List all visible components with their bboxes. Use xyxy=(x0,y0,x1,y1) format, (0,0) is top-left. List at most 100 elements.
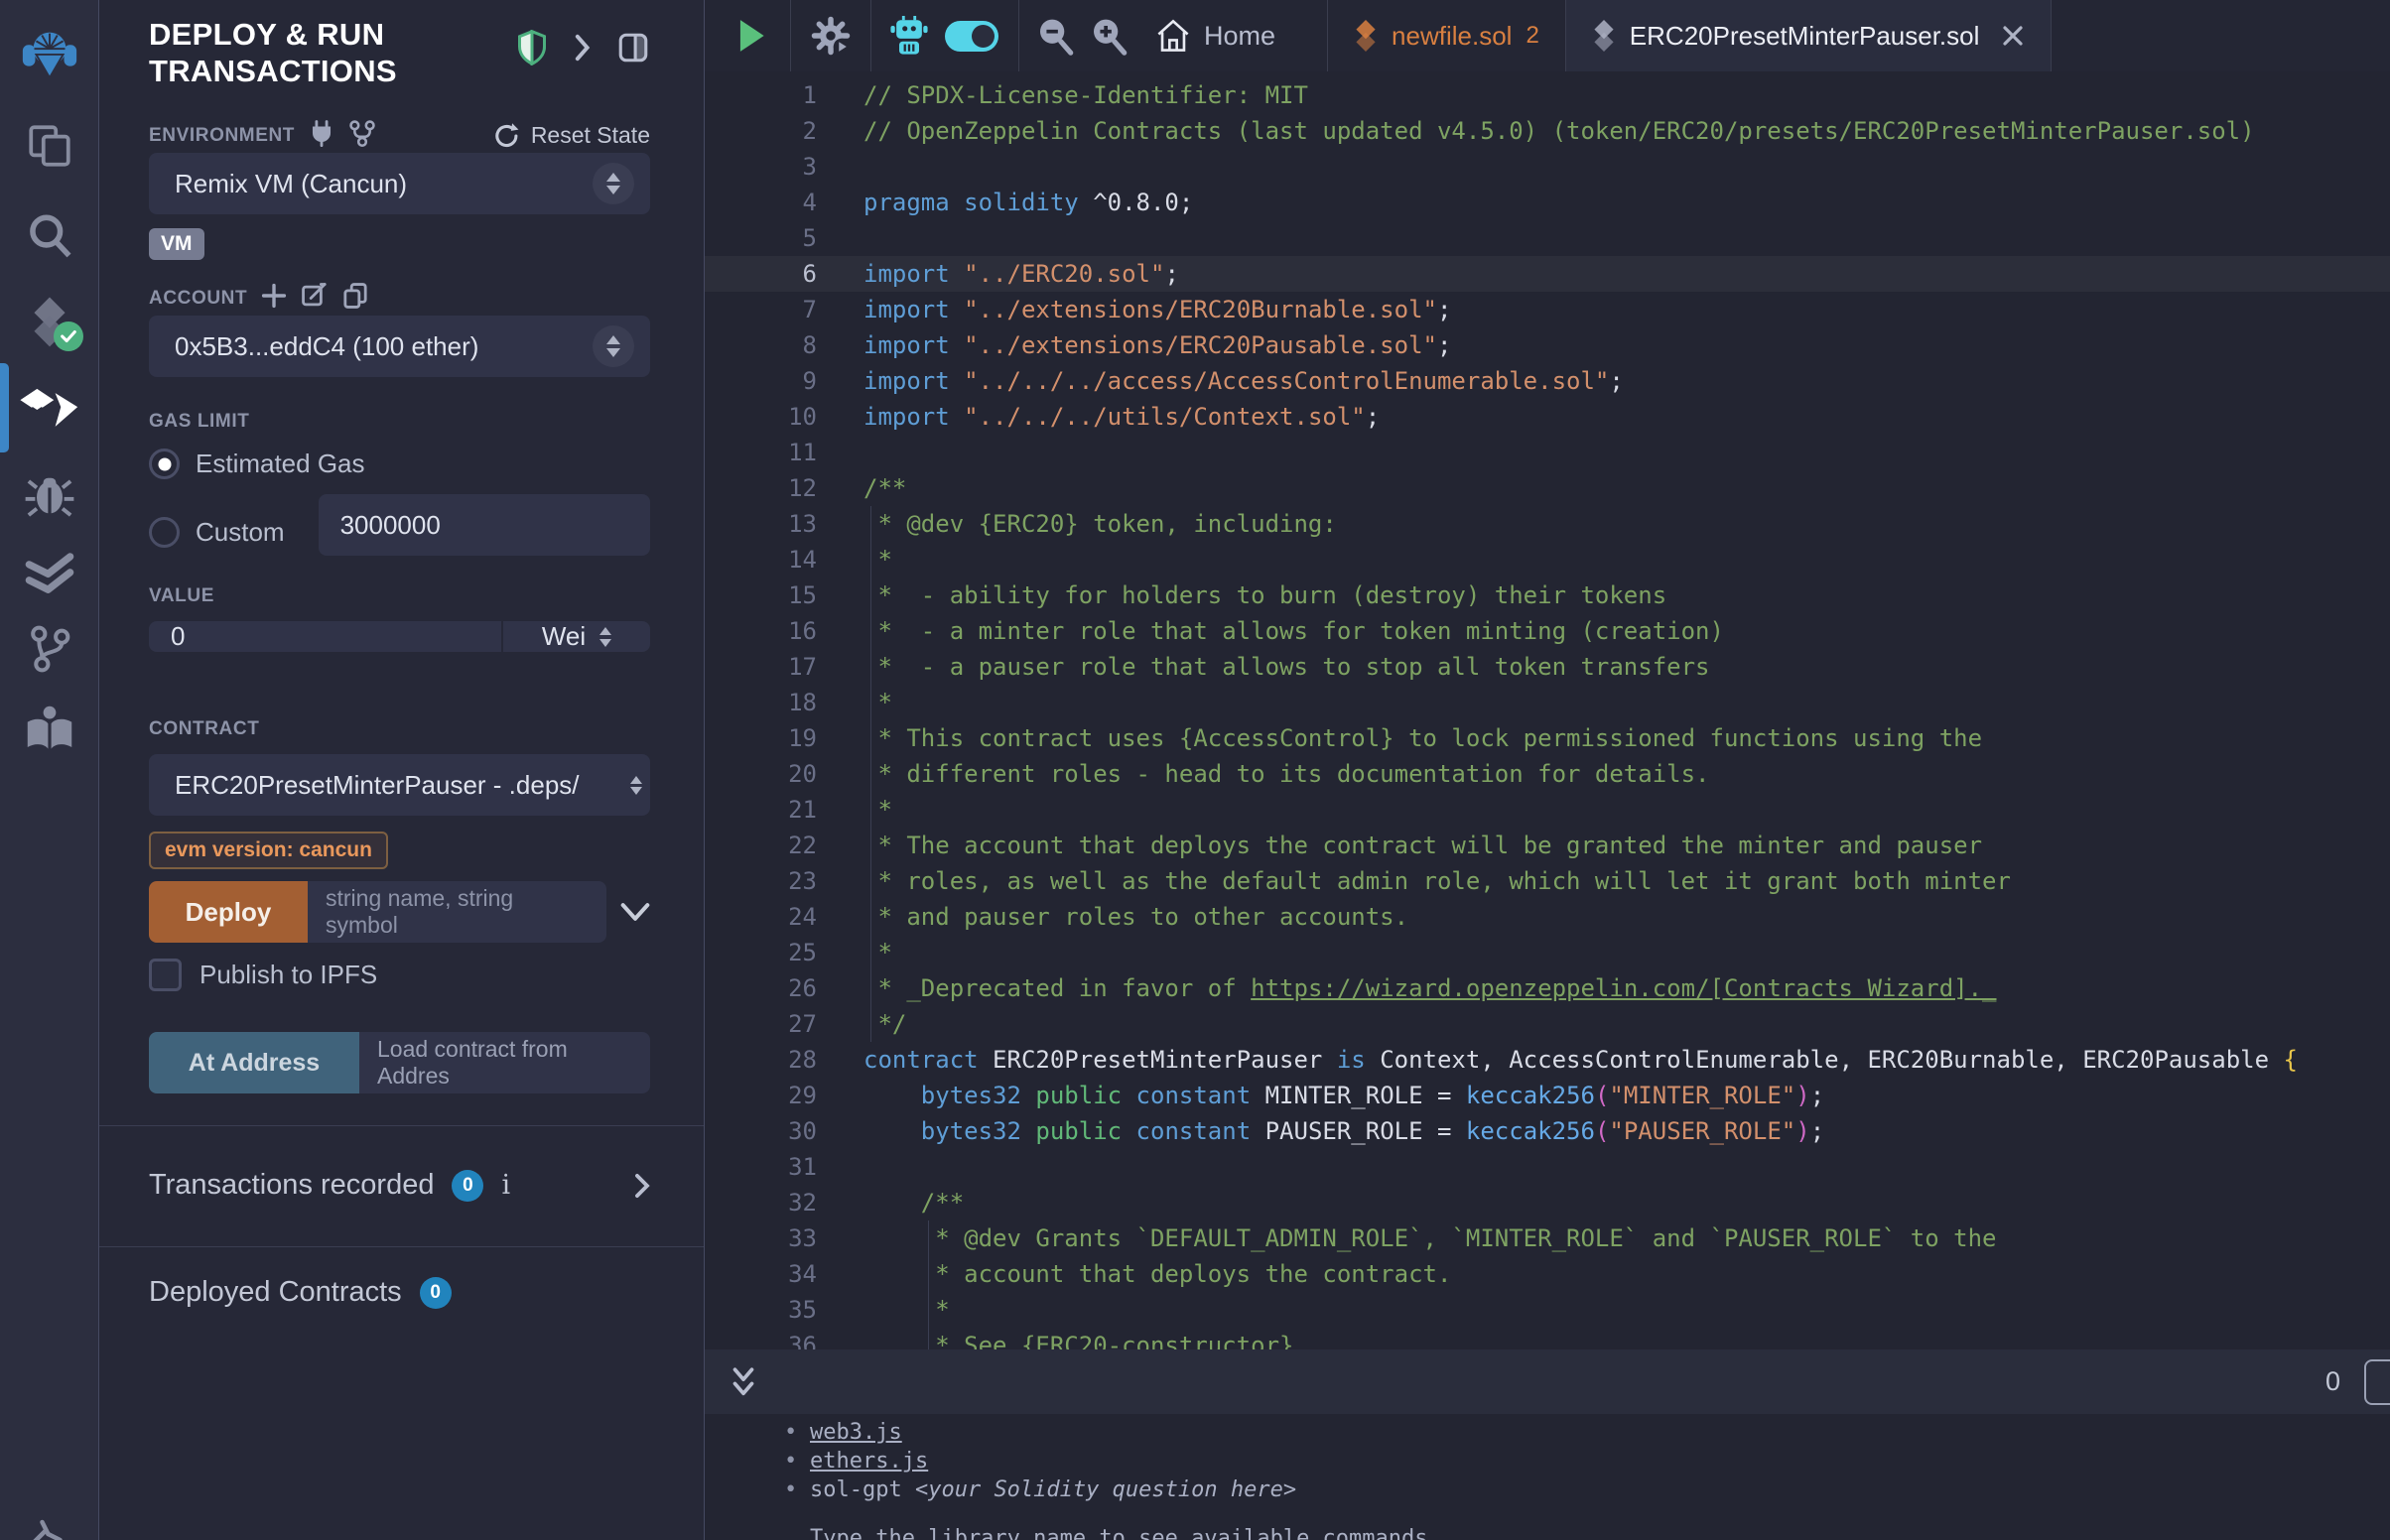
code-line[interactable]: 4pragma solidity ^0.8.0; xyxy=(705,185,2390,220)
custom-gas-radio[interactable] xyxy=(149,517,180,548)
plug-icon[interactable] xyxy=(309,119,334,152)
code-line[interactable]: 24 * and pauser roles to other accounts. xyxy=(705,899,2390,935)
copilot-toggle[interactable] xyxy=(945,21,998,52)
copy-account-icon[interactable] xyxy=(342,282,368,315)
deploy-run-icon[interactable] xyxy=(0,385,99,435)
code-line[interactable]: 30 bytes32 public constant PAUSER_ROLE =… xyxy=(705,1113,2390,1149)
code-line[interactable]: 5 xyxy=(705,220,2390,256)
code-line[interactable]: 17 * - a pauser role that allows to stop… xyxy=(705,649,2390,685)
shield-icon[interactable] xyxy=(517,30,547,70)
environment-label: ENVIRONMENT xyxy=(149,125,295,147)
line-number: 21 xyxy=(705,792,817,828)
sign-message-icon[interactable] xyxy=(301,282,329,315)
solidity-compiler-icon[interactable] xyxy=(0,296,99,351)
code-line[interactable]: 10import "../../../utils/Context.sol"; xyxy=(705,399,2390,435)
plugin-manager-icon[interactable] xyxy=(0,1516,99,1540)
deploy-args-input[interactable]: string name, string symbol xyxy=(308,881,606,943)
git-icon[interactable] xyxy=(0,623,99,675)
code-line[interactable]: 22 * The account that deploys the contra… xyxy=(705,828,2390,863)
code-line[interactable]: 36 * See {ERC20-constructor}. xyxy=(705,1328,2390,1349)
script-config-gear-icon[interactable] xyxy=(809,0,853,71)
code-line[interactable]: 9import "../../../access/AccessControlEn… xyxy=(705,363,2390,399)
static-analysis-icon[interactable] xyxy=(0,552,99,599)
reset-state-button[interactable]: Reset State xyxy=(493,122,650,150)
code-line[interactable]: 7import "../extensions/ERC20Burnable.sol… xyxy=(705,292,2390,327)
value-unit-select[interactable]: Wei xyxy=(503,621,650,652)
code-editor[interactable]: 1// SPDX-License-Identifier: MIT2// Open… xyxy=(705,71,2390,1349)
debugger-icon[interactable] xyxy=(0,468,99,520)
code-line[interactable]: 29 bytes32 public constant MINTER_ROLE =… xyxy=(705,1078,2390,1113)
code-line[interactable]: 33 * @dev Grants `DEFAULT_ADMIN_ROLE`, `… xyxy=(705,1220,2390,1256)
tab-newfile[interactable]: newfile.sol 2 xyxy=(1328,0,1565,71)
code-line[interactable]: 28contract ERC20PresetMinterPauser is Co… xyxy=(705,1042,2390,1078)
code-line[interactable]: 15 * - ability for holders to burn (dest… xyxy=(705,578,2390,613)
tab-erc20presetminterpauser[interactable]: ERC20PresetMinterPauser.sol xyxy=(1566,0,2052,71)
code-line[interactable]: 26 * _Deprecated in favor of https://wiz… xyxy=(705,970,2390,1006)
learneth-icon[interactable] xyxy=(0,703,99,754)
expand-transactions-icon[interactable] xyxy=(634,1173,650,1199)
line-number: 31 xyxy=(705,1149,817,1185)
file-explorer-icon[interactable] xyxy=(0,121,99,171)
line-number: 24 xyxy=(705,899,817,935)
code-line[interactable]: 14 * xyxy=(705,542,2390,578)
code-line[interactable]: 2// OpenZeppelin Contracts (last updated… xyxy=(705,113,2390,149)
tab-problem-badge: 2 xyxy=(1526,22,1538,50)
fork-environment-icon[interactable] xyxy=(348,119,376,152)
pin-panel-icon[interactable] xyxy=(616,31,650,69)
code-line[interactable]: 6import "../ERC20.sol"; xyxy=(705,256,2390,292)
custom-gas-input[interactable]: 3000000 xyxy=(319,494,650,556)
vm-badge: VM xyxy=(149,228,204,260)
environment-select[interactable]: Remix VM (Cancun) xyxy=(149,153,650,214)
zoom-out-icon[interactable] xyxy=(1035,0,1075,71)
code-line[interactable]: 35 * xyxy=(705,1292,2390,1328)
terminal-bar[interactable]: 0 xyxy=(705,1349,2390,1414)
code-line[interactable]: 31 xyxy=(705,1149,2390,1185)
code-line[interactable]: 27 */ xyxy=(705,1006,2390,1042)
line-number: 8 xyxy=(705,327,817,363)
estimated-gas-radio[interactable] xyxy=(149,449,180,479)
code-line[interactable]: 20 * different roles - head to its docum… xyxy=(705,756,2390,792)
remix-logo-icon[interactable] xyxy=(0,22,99,83)
value-input[interactable]: 0 xyxy=(149,621,503,652)
code-line[interactable]: 11 xyxy=(705,435,2390,470)
code-line[interactable]: 18 * xyxy=(705,685,2390,720)
contract-select[interactable]: ERC20PresetMinterPauser - .deps/ xyxy=(149,754,650,816)
contract-label-row: CONTRACT xyxy=(149,718,650,740)
terminal-output[interactable]: web3.jsethers.jssol-gpt <your Solidity q… xyxy=(705,1414,2390,1540)
code-line[interactable]: 3 xyxy=(705,149,2390,185)
code-line[interactable]: 23 * roles, as well as the default admin… xyxy=(705,863,2390,899)
code-line[interactable]: 8import "../extensions/ERC20Pausable.sol… xyxy=(705,327,2390,363)
code-line[interactable]: 12/** xyxy=(705,470,2390,506)
expand-constructor-icon[interactable] xyxy=(620,901,650,923)
code-line[interactable]: 16 * - a minter role that allows for tok… xyxy=(705,613,2390,649)
expand-terminal-icon[interactable] xyxy=(729,1365,758,1399)
home-tab[interactable]: Home xyxy=(1154,0,1275,71)
run-script-icon[interactable] xyxy=(734,0,768,71)
zoom-in-icon[interactable] xyxy=(1089,0,1129,71)
code-line[interactable]: 34 * account that deploys the contract. xyxy=(705,1256,2390,1292)
deployed-count-badge: 0 xyxy=(420,1277,452,1309)
add-account-icon[interactable] xyxy=(261,283,287,314)
chevron-right-icon[interactable] xyxy=(573,34,591,66)
ai-copilot-robot-icon[interactable] xyxy=(889,0,929,71)
code-line[interactable]: 13 * @dev {ERC20} token, including: xyxy=(705,506,2390,542)
search-icon[interactable] xyxy=(0,210,99,262)
code-line[interactable]: 25 * xyxy=(705,935,2390,970)
close-tab-icon[interactable] xyxy=(2001,24,2025,48)
code-line[interactable]: 32 /** xyxy=(705,1185,2390,1220)
code-line[interactable]: 1// SPDX-License-Identifier: MIT xyxy=(705,77,2390,113)
code-line[interactable]: 19 * This contract uses {AccessControl} … xyxy=(705,720,2390,756)
deploy-button[interactable]: Deploy xyxy=(149,881,308,943)
terminal-search-box[interactable] xyxy=(2364,1359,2390,1405)
code-line[interactable]: 21 * xyxy=(705,792,2390,828)
info-icon[interactable]: i xyxy=(501,1170,510,1201)
line-number: 11 xyxy=(705,435,817,470)
transactions-recorded-row[interactable]: Transactions recorded 0 i xyxy=(149,1169,650,1202)
account-select[interactable]: 0x5B3...eddC4 (100 ether) xyxy=(149,316,650,377)
estimated-gas-label: Estimated Gas xyxy=(196,449,365,479)
terminal-item[interactable]: web3.js xyxy=(784,1418,2390,1447)
at-address-input[interactable]: Load contract from Addres xyxy=(359,1032,650,1093)
terminal-item[interactable]: ethers.js xyxy=(784,1447,2390,1476)
at-address-button[interactable]: At Address xyxy=(149,1032,359,1093)
publish-ipfs-checkbox[interactable] xyxy=(149,959,182,991)
